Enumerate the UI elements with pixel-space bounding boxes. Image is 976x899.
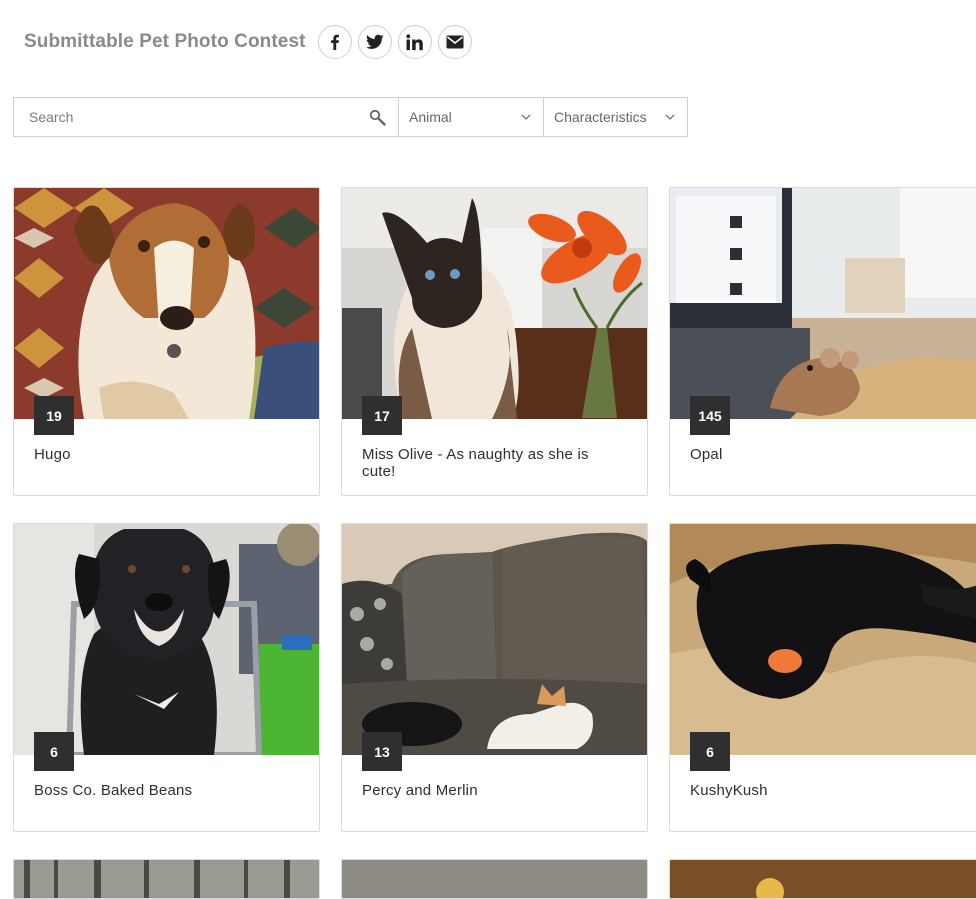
search-box bbox=[14, 98, 399, 136]
vote-count-badge: 6 bbox=[690, 732, 730, 771]
linkedin-share-button[interactable] bbox=[397, 25, 432, 59]
pet-photo-dog bbox=[670, 524, 976, 755]
pet-photo-mouse bbox=[670, 188, 976, 419]
entry-card[interactable]: 145 Opal bbox=[669, 187, 976, 496]
entry-title: Opal bbox=[690, 446, 723, 463]
vote-count-badge: 6 bbox=[34, 732, 74, 771]
animal-dropdown-label: Animal bbox=[409, 109, 452, 125]
pet-photo-cat bbox=[342, 188, 647, 419]
page-title: Submittable Pet Photo Contest bbox=[24, 31, 306, 52]
twitter-icon bbox=[365, 34, 384, 49]
share-buttons bbox=[317, 25, 472, 59]
entry-title: Hugo bbox=[34, 446, 71, 463]
entry-card[interactable]: 17 Miss Olive - As naughty as she is cut… bbox=[341, 187, 648, 496]
characteristics-dropdown[interactable]: Characteristics bbox=[544, 98, 687, 136]
email-icon bbox=[446, 35, 464, 49]
twitter-share-button[interactable] bbox=[357, 25, 392, 59]
entry-card[interactable]: 19 Hugo bbox=[13, 187, 320, 496]
pet-photo-dog bbox=[14, 524, 319, 755]
pet-photo bbox=[14, 860, 319, 898]
vote-count-badge: 13 bbox=[362, 732, 402, 771]
pet-photo bbox=[342, 860, 647, 898]
filter-bar: Animal Characteristics bbox=[13, 97, 688, 137]
vote-count-badge: 19 bbox=[34, 396, 74, 435]
pet-photo bbox=[670, 860, 976, 898]
animal-dropdown[interactable]: Animal bbox=[399, 98, 544, 136]
entry-card[interactable]: 6 Boss Co. Baked Beans bbox=[13, 523, 320, 832]
entry-title: Boss Co. Baked Beans bbox=[34, 782, 193, 799]
facebook-icon bbox=[330, 34, 339, 50]
search-input[interactable] bbox=[14, 98, 398, 136]
entry-card[interactable]: 6 KushyKush bbox=[669, 523, 976, 832]
search-icon[interactable] bbox=[369, 109, 386, 126]
entry-card[interactable] bbox=[341, 859, 648, 899]
facebook-share-button[interactable] bbox=[317, 25, 352, 59]
entry-title: KushyKush bbox=[690, 782, 768, 799]
vote-count-badge: 145 bbox=[690, 396, 730, 435]
entry-title: Percy and Merlin bbox=[362, 782, 478, 799]
pet-photo-dog bbox=[14, 188, 319, 419]
pet-photo-cats bbox=[342, 524, 647, 755]
email-share-button[interactable] bbox=[437, 25, 472, 59]
entry-card[interactable] bbox=[13, 859, 320, 899]
linkedin-icon bbox=[406, 33, 423, 50]
page-header: Submittable Pet Photo Contest bbox=[24, 24, 472, 60]
chevron-down-icon bbox=[521, 114, 531, 120]
chevron-down-icon bbox=[665, 114, 675, 120]
entry-title: Miss Olive - As naughty as she is cute! bbox=[362, 446, 589, 480]
entry-card[interactable] bbox=[669, 859, 976, 899]
characteristics-dropdown-label: Characteristics bbox=[554, 109, 647, 125]
vote-count-badge: 17 bbox=[362, 396, 402, 435]
entry-card[interactable]: 13 Percy and Merlin bbox=[341, 523, 648, 832]
